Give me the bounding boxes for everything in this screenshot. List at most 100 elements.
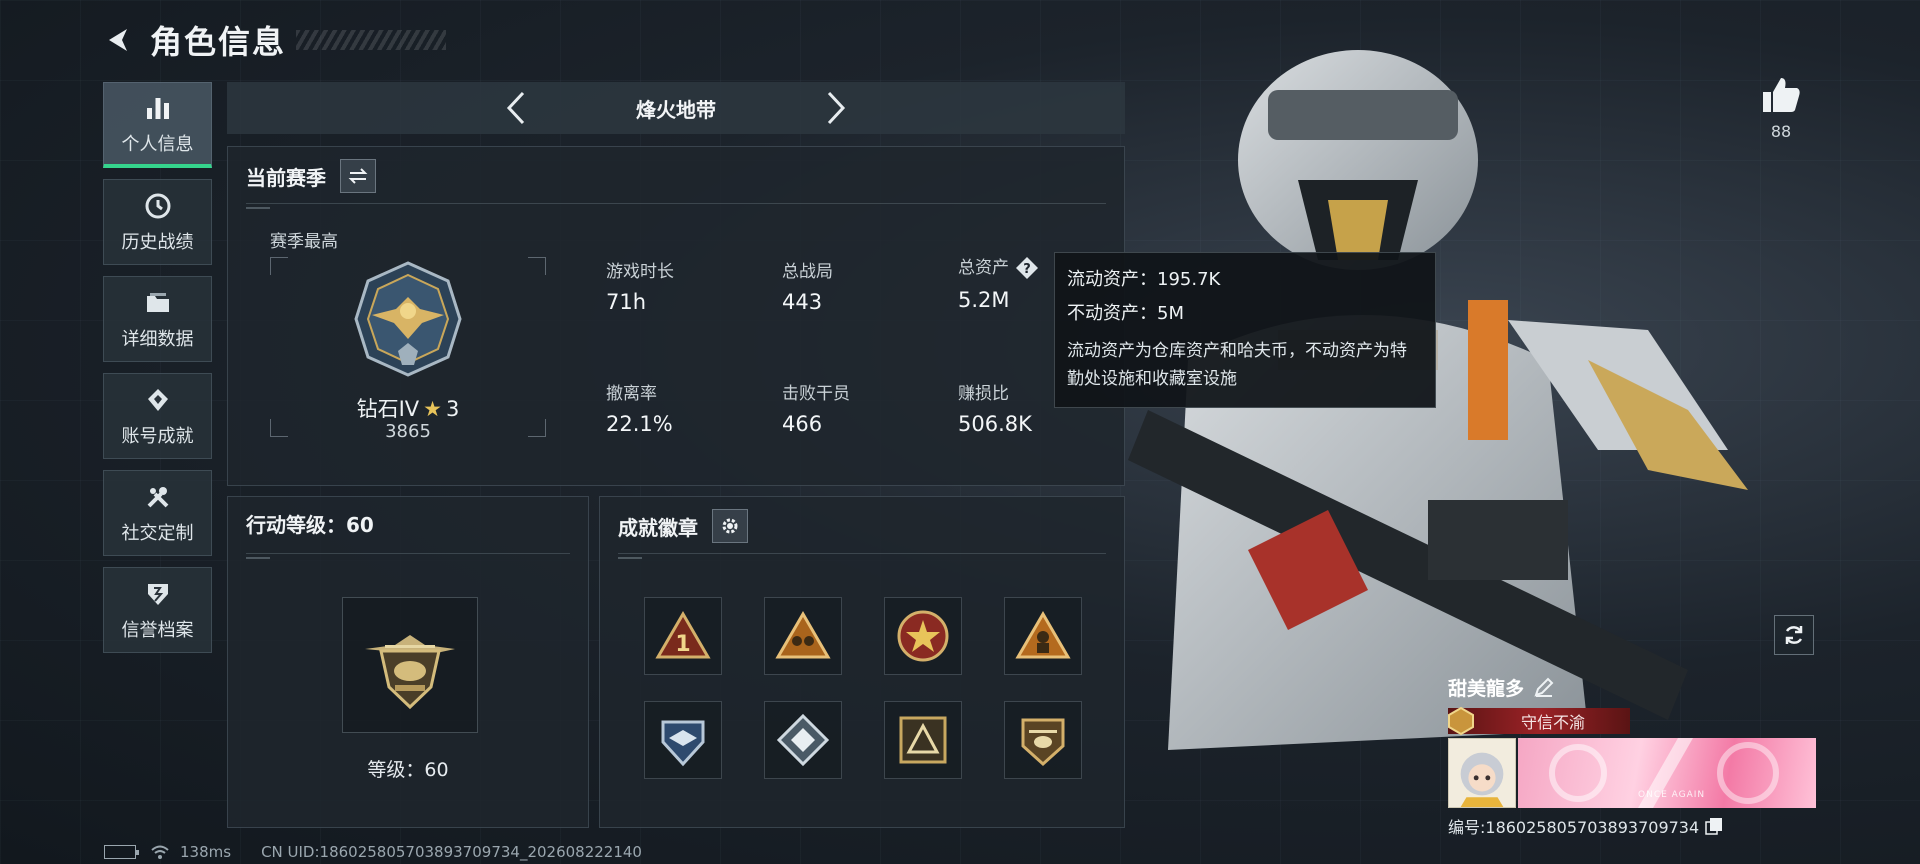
level-text: 等级：60 <box>367 759 449 781</box>
sidebar-item-label: 详细数据 <box>121 329 194 350</box>
sidebar-item-personal-info[interactable]: 个人信息 <box>103 82 212 168</box>
battery-icon <box>104 845 139 859</box>
divider <box>246 553 570 559</box>
sidebar-item-label: 历史战绩 <box>121 232 194 253</box>
folder-icon <box>142 287 174 319</box>
divider <box>246 203 1106 209</box>
title-medal-icon <box>1448 706 1474 736</box>
title-decoration <box>296 30 447 50</box>
banner-row: ONCE AGAIN <box>1448 738 1828 808</box>
edit-icon[interactable] <box>1532 675 1556 699</box>
stat-label: 总战局 <box>782 262 833 282</box>
achievement-badges-panel: 成就徽章 1 <box>599 496 1125 828</box>
question-icon[interactable]: ? <box>1015 256 1039 280</box>
sidebar-item-achievements[interactable]: 账号成就 <box>103 373 212 459</box>
badge-slot[interactable] <box>884 701 962 779</box>
stat-operators-defeated: 击败干员 466 <box>782 379 932 436</box>
wifi-icon <box>151 845 169 859</box>
diamond-badge-icon <box>776 713 830 767</box>
stat-value: 71h <box>606 290 647 314</box>
badge-slot[interactable] <box>764 597 842 675</box>
mode-title: 烽火地带 <box>636 97 716 122</box>
sidebar-item-label: 个人信息 <box>121 133 194 155</box>
svg-text:1: 1 <box>675 632 690 657</box>
badge-settings-button[interactable] <box>712 509 748 543</box>
server-uid-text: CN UID:186025805703893709734_20260822214… <box>261 843 642 861</box>
back-arrow-icon[interactable] <box>100 22 136 58</box>
action-level-title: 行动等级：60 <box>246 513 374 537</box>
name-row: 甜美龍多 <box>1448 670 1828 704</box>
stat-play-time: 游戏时长 71h <box>606 257 756 314</box>
sidebar: 个人信息 历史战绩 详细数据 账号成就 社交定制 信誉档案 <box>103 82 212 664</box>
badge-slot[interactable] <box>764 701 842 779</box>
stat-total-matches: 总战局 443 <box>782 257 932 314</box>
stat-label: 击败干员 <box>782 384 850 404</box>
rank-score: 3865 <box>385 421 431 442</box>
rank-one-badge-icon: 1 <box>655 611 711 659</box>
season-panel: 当前赛季 赛季最高 钻石IV ★ 3 3865 游戏时长 71h 总战局 443 总… <box>227 146 1125 486</box>
action-level-header: 行动等级：60 <box>246 509 374 538</box>
next-mode-button[interactable] <box>816 88 856 128</box>
sidebar-item-label: 社交定制 <box>121 523 194 544</box>
stat-value: 506.8K <box>958 412 1032 436</box>
switch-season-button[interactable] <box>340 159 376 193</box>
rank-stars: 3 <box>446 397 460 421</box>
frame-corner <box>528 257 546 275</box>
badges-title: 成就徽章 <box>618 515 698 540</box>
badge-slot[interactable] <box>1004 597 1082 675</box>
triangle-badge-icon <box>899 716 947 764</box>
gear-icon <box>722 518 738 534</box>
level-badge[interactable] <box>342 597 478 733</box>
thumbs-up-icon[interactable] <box>1761 76 1801 114</box>
achievement-icon <box>142 384 174 416</box>
stat-value: 466 <box>782 412 823 436</box>
star-medal-badge-icon <box>897 610 949 662</box>
player-uid: 编号:18602580570389370973​4 <box>1448 818 1700 837</box>
avatar[interactable] <box>1448 738 1516 808</box>
previous-mode-button[interactable] <box>496 88 536 128</box>
like-count: 88 <box>1770 122 1792 141</box>
fixed-assets-text: 不动资产：5M <box>1067 303 1184 324</box>
season-best-label: 赛季最高 <box>270 232 338 252</box>
sidebar-item-history[interactable]: 历史战绩 <box>103 179 212 265</box>
helicopter-badge-icon <box>1021 718 1065 767</box>
sidebar-item-label: 信誉档案 <box>121 620 194 641</box>
shield-icon <box>142 578 174 610</box>
svg-text:?: ? <box>1023 262 1031 277</box>
badge-slot[interactable] <box>644 701 722 779</box>
badge-slot[interactable]: 1 <box>644 597 722 675</box>
sidebar-item-detailed-data[interactable]: 详细数据 <box>103 276 212 362</box>
rank-tier: 钻石IV <box>356 397 420 421</box>
sidebar-item-social[interactable]: 社交定制 <box>103 470 212 556</box>
banner-pattern-icon <box>1549 738 1779 808</box>
status-bar: 138ms CN UID:186025805703893709734_20260… <box>104 842 642 862</box>
liquid-assets-text: 流动资产：195.7K <box>1067 269 1221 290</box>
name-card-banner[interactable]: ONCE AGAIN <box>1518 738 1816 808</box>
stat-extraction-rate: 撤离率 22.1% <box>606 379 756 436</box>
badges-header: 成就徽章 <box>618 509 748 543</box>
uid-row: 编号:18602580570389370973​4 <box>1448 814 1828 838</box>
frame-corner <box>270 257 288 275</box>
season-header: 当前赛季 <box>246 159 376 193</box>
badge-slot[interactable] <box>884 597 962 675</box>
mode-selector: 烽火地带 <box>227 82 1125 134</box>
copy-icon[interactable] <box>1705 817 1723 835</box>
assets-description: 流动资产为仓库资产和哈夫币，不动资产为特勤处设施和收藏室设施 <box>1067 341 1407 389</box>
rank-frame: 钻石IV ★ 3 3865 <box>270 257 546 442</box>
divider <box>618 553 1106 559</box>
sidebar-item-reputation[interactable]: 信誉档案 <box>103 567 212 653</box>
stat-value: 22.1% <box>606 412 673 436</box>
rotate-view-button[interactable] <box>1774 615 1814 655</box>
like-block: 88 <box>1756 76 1806 141</box>
soldier-badge-icon <box>1015 611 1071 659</box>
clock-icon <box>142 190 174 222</box>
player-name: 甜美龍多 <box>1448 677 1525 700</box>
rank-name: 钻石IV ★ 3 <box>270 393 546 423</box>
player-profile-card: 甜美龍多 守信不渝 ONCE AGAIN 编号:1860258057038937… <box>1448 670 1828 838</box>
action-level-panel: 行动等级：60 等级：60 <box>227 496 589 828</box>
eagle-shield-badge-icon <box>661 720 705 767</box>
player-title-badge: 守信不渝 <box>1448 706 1630 736</box>
squad-badge-icon <box>775 611 831 659</box>
stat-label-text: 总资产 <box>958 258 1009 278</box>
badge-slot[interactable] <box>1004 701 1082 779</box>
